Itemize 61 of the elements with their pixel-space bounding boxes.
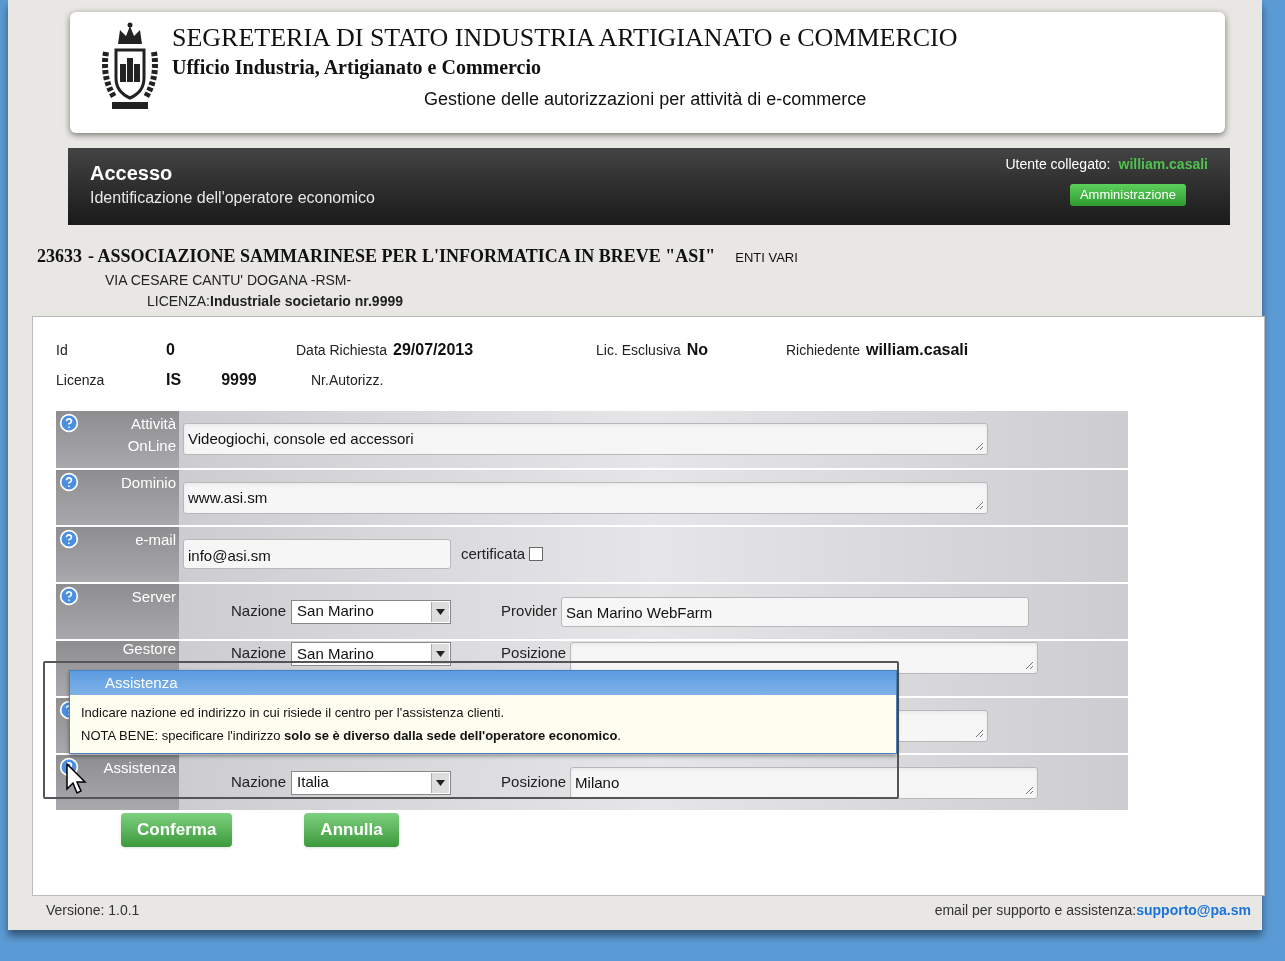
page-subtitle: Identificazione dell'operatore economico: [90, 188, 375, 208]
resize-grip-icon: [1025, 661, 1035, 670]
email-field[interactable]: info@asi.sm: [183, 539, 451, 569]
row-label: e-mail: [134, 530, 176, 550]
app-tagline: Gestione delle autorizzazioni per attività di e-commerce: [424, 88, 868, 111]
info-value: IS: [166, 370, 182, 390]
country-label: Nazione: [231, 772, 287, 793]
office-subtitle: Ufficio Industria, Artigianato e Commercio: [172, 55, 543, 80]
tooltip-title: Assistenza: [105, 672, 178, 693]
info-label: Lic. Esclusiva: [596, 340, 681, 360]
info-label: Id: [56, 340, 69, 360]
resize-grip-icon: [1025, 785, 1035, 795]
support-email-link[interactable]: supporto@pa.sm: [1136, 899, 1251, 921]
operator-category: ENTI VARI: [735, 249, 798, 267]
country-select[interactable]: San Marino: [291, 599, 452, 624]
provider-field[interactable]: San Marino WebFarm: [560, 596, 1029, 627]
mouse-pointer-icon: [66, 763, 88, 795]
resize-grip-icon: [975, 729, 984, 738]
operator-address: VIA CESARE CANTU' DOGANA -RSM-: [105, 271, 353, 290]
info-value: william.casali: [865, 340, 969, 360]
certified-label: certificata: [461, 543, 526, 564]
info-value: No: [686, 340, 709, 360]
country-label: Nazione: [231, 601, 287, 622]
dropdown-arrow-icon: [436, 651, 446, 657]
tooltip-text: NOTA BENE: specificare l'indirizzo solo se è diverso dalla sede dell'operatore economico.: [81, 727, 622, 745]
ministry-title: SEGRETERIA DI STATO INDUSTRIA ARTIGIANATO e COMMERCIO: [172, 22, 958, 54]
info-value: 29/07/2013: [393, 340, 474, 360]
operator-name: - ASSOCIAZIONE SAMMARINESE PER L'INFORMATICA IN BREVE "ASI": [88, 245, 716, 268]
text-area[interactable]: Videogiochi, console ed accessori: [183, 423, 988, 455]
username: william.casali: [1118, 155, 1208, 174]
page-title: Accesso: [90, 161, 174, 186]
text-area[interactable]: www.asi.sm: [183, 482, 988, 514]
text-area[interactable]: Milano: [570, 766, 1039, 799]
certified-checkbox[interactable]: [529, 547, 544, 561]
dropdown-arrow-icon: [436, 608, 446, 615]
info-label: Licenza: [56, 370, 106, 390]
info-label: Richiedente: [786, 340, 860, 360]
info-value: 0: [166, 340, 175, 360]
user-label: Utente collegato:: [1005, 155, 1111, 174]
place-label: Posizione: [501, 643, 567, 663]
row-label: Attività OnLine: [126, 414, 176, 456]
info-value: 9999: [221, 370, 257, 390]
dropdown-arrow-icon: [436, 779, 446, 786]
country-select[interactable]: Italia: [291, 770, 452, 795]
resize-grip-icon: [975, 442, 984, 451]
operator-license: LICENZA:Industriale societario nr.9999: [147, 292, 404, 311]
country-label: Nazione: [231, 643, 287, 663]
place-label: Posizione: [501, 772, 567, 793]
tooltip-text: Indicare nazione ed indirizzo in cui risiede il centro per l'assistenza clienti.: [81, 704, 506, 722]
resize-grip-icon: [975, 501, 984, 510]
row-label: Gestore: [121, 641, 176, 657]
row-label: Server: [130, 587, 176, 607]
place-label: Provider: [501, 601, 557, 622]
operator-code: 23633: [37, 245, 82, 268]
row-label: Dominio: [119, 473, 176, 493]
row-label: Assistenza: [102, 758, 176, 778]
version-label: Versione: 1.0.1: [46, 900, 140, 920]
country-select[interactable]: San Marino: [291, 642, 452, 666]
info-label: Nr.Autorizz.: [311, 370, 385, 390]
support-label: email per supporto e assistenza:: [934, 900, 1137, 920]
info-label: Data Richiesta: [296, 340, 388, 360]
